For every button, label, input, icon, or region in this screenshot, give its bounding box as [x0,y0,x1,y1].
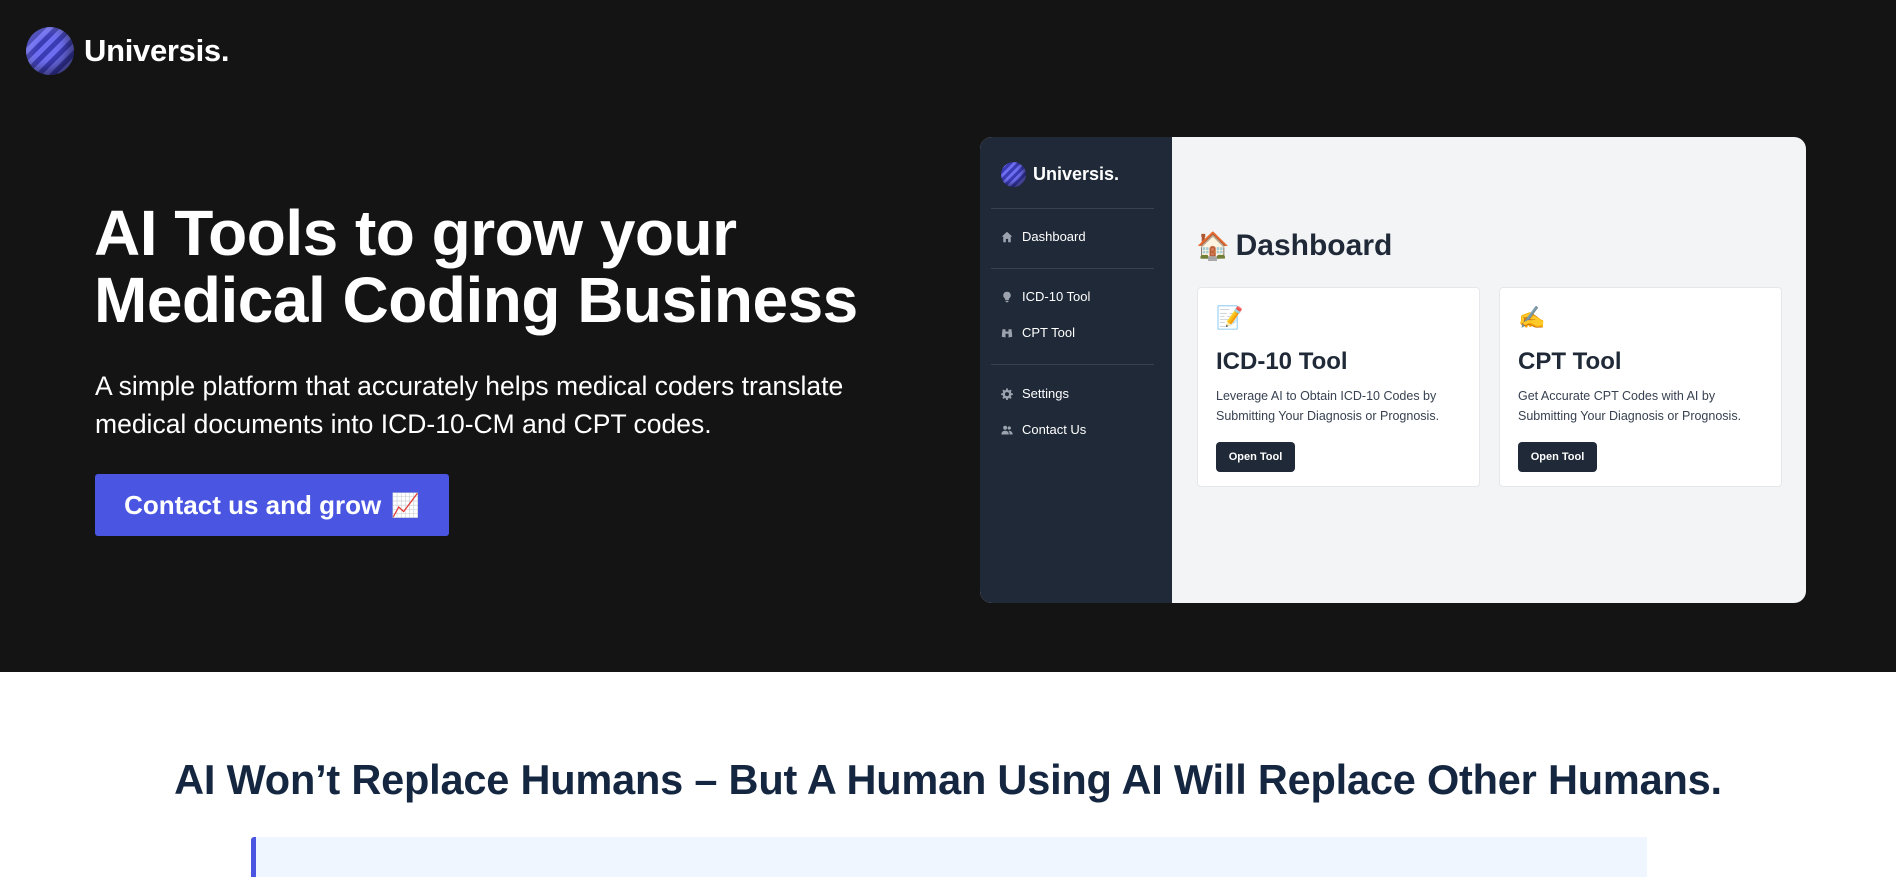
headline-line-1: AI Tools to grow your [94,197,737,269]
home-icon [1000,230,1014,244]
card-description: Get Accurate CPT Codes with AI by Submit… [1518,386,1773,426]
preview-logo-orb-icon [1001,162,1026,187]
sidebar-divider [991,208,1154,209]
open-icd10-tool-button[interactable]: Open Tool [1216,442,1295,472]
preview-brand-name: Universis. [1033,164,1120,184]
sidebar-item-label: Settings [1022,386,1069,401]
chart-increasing-icon: 📈 [391,492,420,519]
users-icon [1000,423,1014,437]
sidebar-item-label: ICD-10 Tool [1022,289,1091,304]
contact-cta-button[interactable]: Contact us and grow 📈 [95,474,449,536]
subhead-line-2: medical documents into ICD-10-CM and CPT… [95,409,712,439]
section-tagline: AI Won’t Replace Humans – But A Human Us… [174,756,1722,803]
sidebar-divider [991,268,1154,269]
open-cpt-tool-button[interactable]: Open Tool [1518,442,1597,472]
sidebar-item-label: CPT Tool [1022,325,1075,340]
gear-icon [1000,387,1014,401]
lightbulb-icon [1000,290,1014,304]
sidebar-item-cpt-tool[interactable]: CPT Tool [1000,325,1075,340]
site-brand[interactable]: Universis. [26,27,230,75]
card-desc-line-2: Submitting Your Diagnosis or Prognosis. [1216,409,1440,423]
cpt-tool-card: ✍️ CPT Tool Get Accurate CPT Codes with … [1499,287,1782,487]
preview-brand: Universis. [1001,162,1119,187]
sidebar-item-contact-us[interactable]: Contact Us [1000,422,1086,437]
cta-label: Contact us and grow [124,489,382,520]
card-desc-line-1: Leverage AI to Obtain ICD-10 Codes by [1216,389,1437,403]
sidebar-item-label: Dashboard [1022,229,1086,244]
preview-sidebar: Universis. Dashboard ICD-10 Tool CPT Too… [980,137,1172,603]
writing-hand-icon: ✍️ [1518,306,1546,331]
headline-line-2: Medical Coding Business [94,264,858,336]
hero-section: Universis. AI Tools to grow your Medical… [0,0,1896,672]
preview-main: 🏠 Dashboard 📝 ICD-10 Tool Leverage AI to… [1172,137,1806,603]
binoculars-icon [1000,326,1014,340]
brand-name: Universis. [84,33,230,68]
sidebar-item-icd10-tool[interactable]: ICD-10 Tool [1000,289,1090,304]
sidebar-item-settings[interactable]: Settings [1000,386,1069,401]
sidebar-divider [991,364,1154,365]
dashboard-preview: Universis. Dashboard ICD-10 Tool CPT Too… [980,137,1806,603]
memo-icon: 📝 [1216,306,1244,331]
dashboard-title: 🏠 Dashboard [1196,229,1392,263]
logo-orb-icon [26,27,74,75]
card-description: Leverage AI to Obtain ICD-10 Codes by Su… [1216,386,1471,426]
card-title: ICD-10 Tool [1216,348,1348,375]
subhead-line-1: A simple platform that accurately helps … [95,371,844,401]
dashboard-title-text: Dashboard [1235,229,1393,262]
card-desc-line-1: Get Accurate CPT Codes with AI by [1518,389,1716,403]
icd10-tool-card: 📝 ICD-10 Tool Leverage AI to Obtain ICD-… [1197,287,1480,487]
quote-box [251,837,1647,877]
sidebar-item-dashboard[interactable]: Dashboard [1000,229,1086,244]
card-desc-line-2: Submitting Your Diagnosis or Prognosis. [1518,409,1742,423]
sidebar-item-label: Contact Us [1022,422,1087,437]
house-icon: 🏠 [1196,231,1230,262]
hero-headline: AI Tools to grow your Medical Coding Bus… [94,200,914,334]
card-title: CPT Tool [1518,348,1622,375]
hero-subheadline: A simple platform that accurately helps … [95,367,925,443]
